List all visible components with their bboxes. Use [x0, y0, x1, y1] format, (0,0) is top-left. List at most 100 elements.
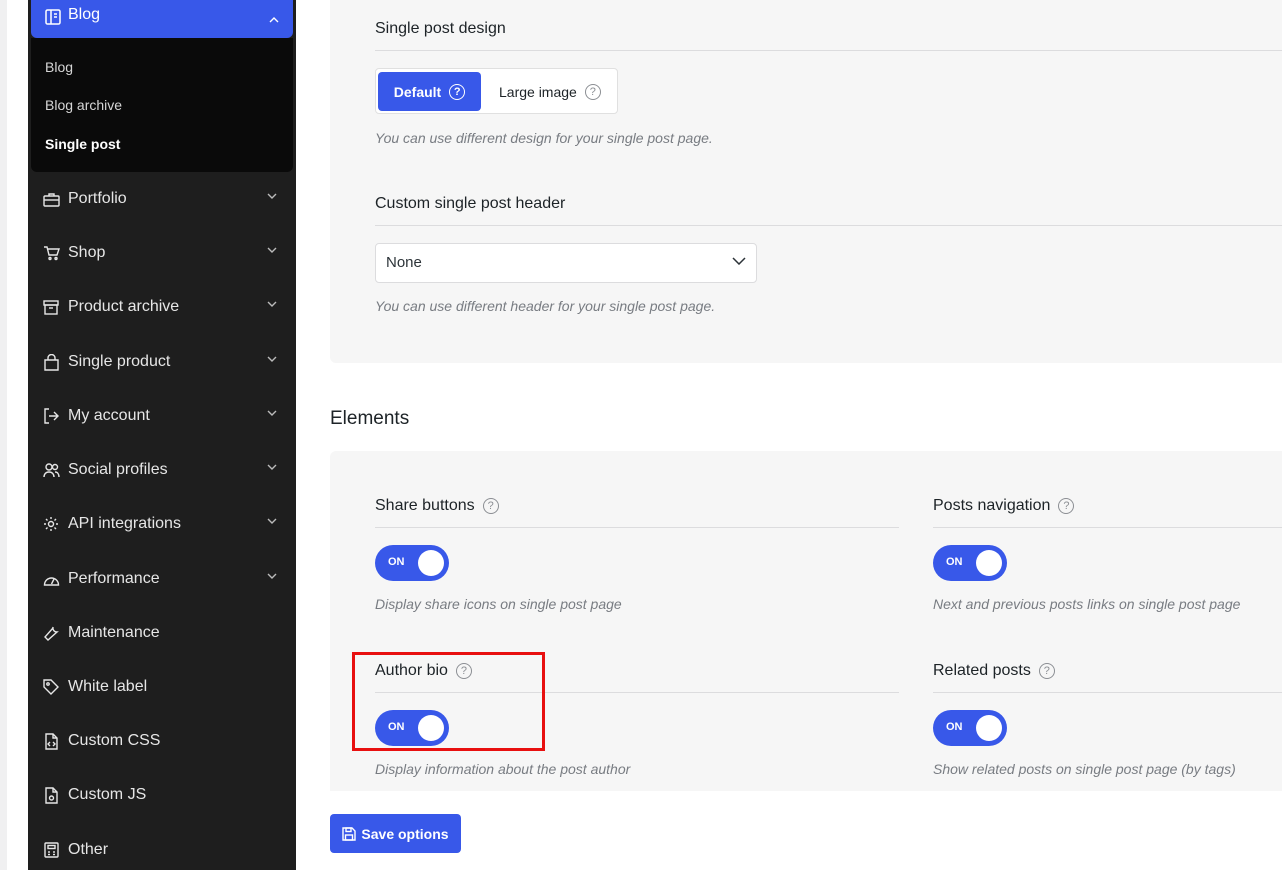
sidebar-item-shop[interactable]: Shop: [42, 238, 292, 268]
related-posts-description: Show related posts on single post page (…: [933, 761, 1236, 777]
share-buttons-description: Display share icons on single post page: [375, 596, 622, 612]
chevron-down-icon: [267, 301, 277, 307]
sidebar-item-performance[interactable]: Performance: [42, 564, 292, 594]
chevron-down-icon: [267, 193, 277, 199]
sidebar-item-label: Shop: [68, 244, 106, 261]
chevron-down-icon: [267, 573, 277, 579]
author-bio-description: Display information about the post autho…: [375, 761, 631, 777]
login-icon: [42, 407, 60, 425]
single-post-design-label: Single post design: [375, 20, 506, 37]
sidebar-item-label: Social profiles: [68, 461, 168, 478]
toggle-knob: [976, 715, 1002, 741]
chevron-down-icon: [732, 257, 746, 265]
single-post-design-selector: Default ? Large image ?: [375, 68, 618, 114]
gauge-icon: [42, 570, 60, 588]
elements-section-title: Elements: [330, 408, 410, 429]
chevron-up-icon: [269, 17, 279, 23]
sidebar-item-label: Portfolio: [68, 190, 127, 207]
sidebar-item-label: API integrations: [68, 515, 181, 532]
toggle-state: ON: [946, 721, 963, 733]
posts-navigation-description: Next and previous posts links on single …: [933, 596, 1241, 612]
archive-icon: [42, 298, 60, 316]
option-label: Large image: [499, 83, 577, 100]
posts-navigation-toggle[interactable]: ON: [933, 545, 1007, 581]
posts-navigation-label: Posts navigation ?: [933, 497, 1075, 515]
sidebar-item-label: Custom JS: [68, 786, 147, 803]
sidebar-item-portfolio[interactable]: Portfolio: [42, 184, 292, 214]
toggle-knob: [418, 550, 444, 576]
help-icon[interactable]: ?: [1058, 498, 1075, 514]
share-buttons-label: Share buttons ?: [375, 497, 499, 515]
css-file-icon: [42, 732, 60, 750]
sidebar-item-api-integrations[interactable]: API integrations: [42, 509, 292, 539]
js-file-icon: [42, 786, 60, 804]
custom-header-label: Custom single post header: [375, 195, 566, 212]
sidebar-item-maintenance[interactable]: Maintenance: [42, 618, 292, 648]
divider: [375, 225, 1282, 226]
option-label: Default: [393, 83, 442, 100]
field-label-text: Related posts: [933, 662, 1031, 679]
cart-icon: [42, 244, 60, 262]
sidebar-item-label: Blog: [68, 6, 101, 23]
chevron-down-icon: [267, 464, 277, 470]
related-posts-toggle[interactable]: ON: [933, 710, 1007, 746]
divider: [375, 527, 899, 528]
sidebar-item-blog[interactable]: Blog: [31, 0, 293, 38]
field-label-text: Posts navigation: [933, 497, 1051, 514]
toggle-state: ON: [946, 556, 963, 568]
share-buttons-toggle[interactable]: ON: [375, 545, 449, 581]
sidebar-item-white-label[interactable]: White label: [42, 672, 292, 702]
sidebar-item-custom-js[interactable]: Custom JS: [42, 780, 292, 810]
toggle-knob: [976, 550, 1002, 576]
field-label-text: Share buttons: [375, 497, 475, 514]
sidebar-item-custom-css[interactable]: Custom CSS: [42, 726, 292, 756]
gear-icon: [42, 515, 60, 533]
blog-icon: [44, 8, 62, 26]
help-icon[interactable]: ?: [482, 498, 499, 514]
design-option-default[interactable]: Default ?: [378, 72, 481, 111]
chevron-down-icon: [267, 247, 277, 253]
divider: [933, 527, 1282, 528]
sidebar-item-single-product[interactable]: Single product: [42, 347, 292, 377]
design-option-large-image[interactable]: Large image ?: [499, 72, 601, 111]
help-icon[interactable]: ?: [449, 83, 466, 100]
save-options-button[interactable]: Save options: [330, 814, 461, 853]
sidebar-item-other[interactable]: Other: [42, 835, 292, 865]
custom-header-select[interactable]: None: [375, 243, 757, 283]
custom-header-description: You can use different header for your si…: [375, 298, 716, 314]
select-value: None: [386, 254, 422, 271]
sidebar-item-label: Product archive: [68, 298, 180, 315]
chevron-down-icon: [267, 410, 277, 416]
submenu-item-single-post[interactable]: Single post: [45, 136, 120, 152]
sidebar-item-my-account[interactable]: My account: [42, 401, 292, 431]
chevron-down-icon: [267, 356, 277, 362]
sidebar-item-label: Single product: [68, 353, 171, 370]
related-posts-label: Related posts ?: [933, 662, 1055, 680]
sidebar-item-social-profiles[interactable]: Social profiles: [42, 455, 292, 485]
sidebar-item-label: Maintenance: [68, 624, 160, 641]
highlight-box: [352, 652, 545, 751]
help-icon[interactable]: ?: [1038, 663, 1055, 679]
wrench-icon: [42, 624, 60, 642]
bag-icon: [42, 353, 60, 371]
save-label: Save options: [361, 825, 449, 842]
users-icon: [42, 461, 60, 479]
tag-icon: [42, 678, 60, 696]
divider: [933, 692, 1282, 693]
submenu-item-blog[interactable]: Blog: [45, 59, 73, 75]
sidebar-item-label: Other: [68, 841, 109, 858]
toggle-state: ON: [388, 556, 405, 568]
divider: [375, 50, 1282, 51]
help-icon[interactable]: ?: [584, 83, 601, 100]
sidebar-item-label: Performance: [68, 570, 160, 587]
chevron-down-icon: [267, 518, 277, 524]
single-post-design-description: You can use different design for your si…: [375, 130, 713, 146]
save-icon: [342, 826, 357, 841]
calculator-icon: [42, 841, 60, 859]
sidebar-item-label: My account: [68, 407, 150, 424]
left-edge-strip: [0, 0, 7, 870]
blog-submenu: Blog Blog archive Single post: [31, 38, 293, 172]
sidebar-item-product-archive[interactable]: Product archive: [42, 292, 292, 322]
settings-sidebar: Blog Blog Blog archive Single post Portf…: [28, 0, 296, 870]
submenu-item-blog-archive[interactable]: Blog archive: [45, 97, 122, 113]
